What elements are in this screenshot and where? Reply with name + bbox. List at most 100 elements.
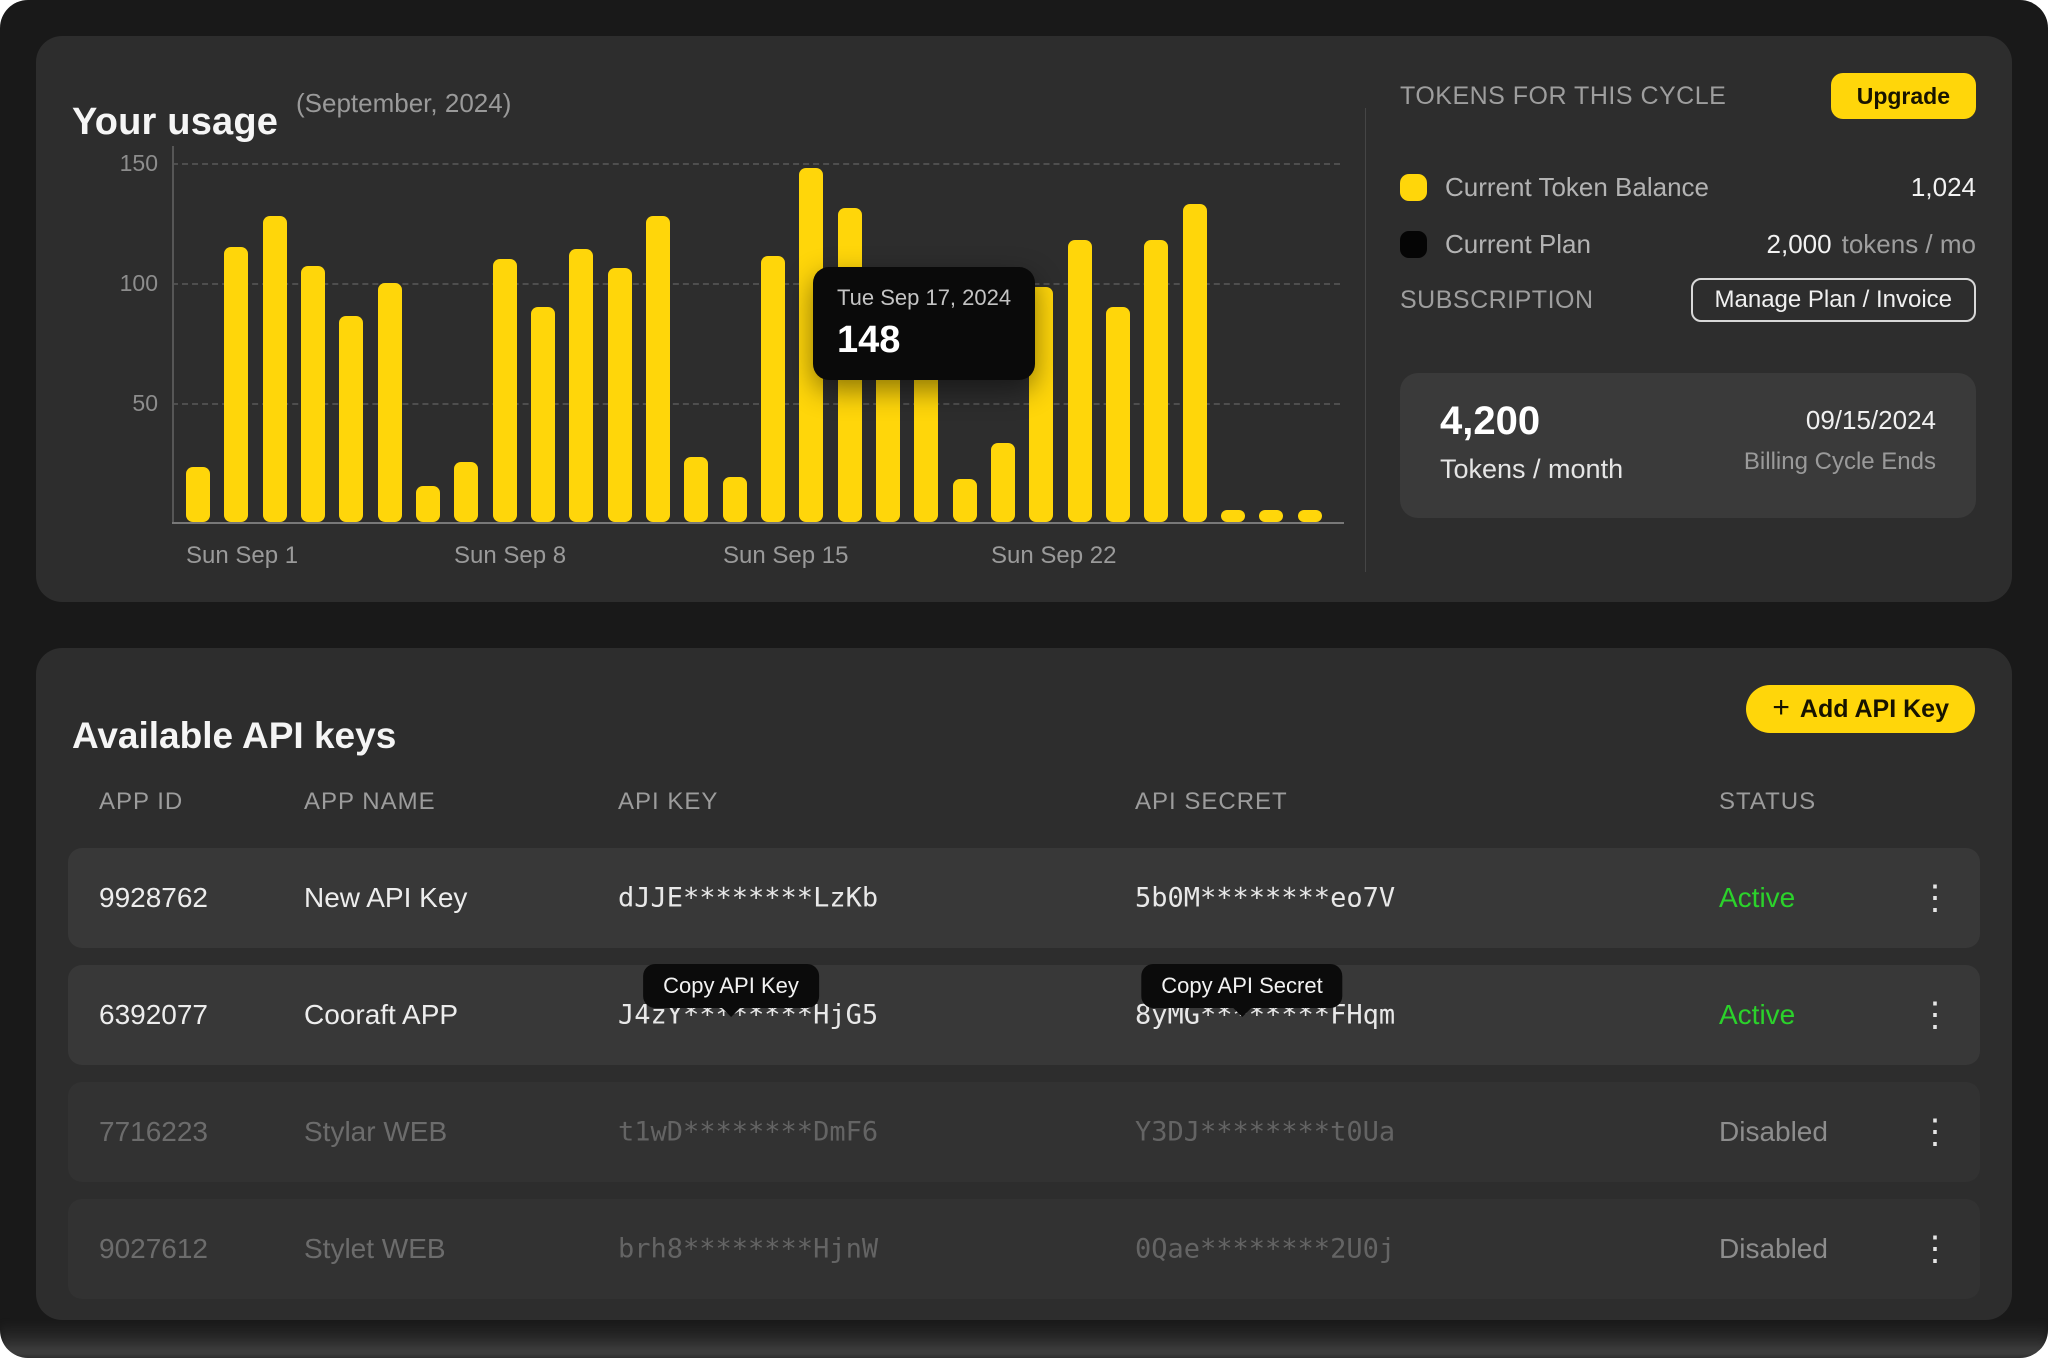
api-secret-cell[interactable]: 5b0M********eo7V: [1135, 883, 1395, 914]
row-menu-icon[interactable]: ⋮: [1918, 1232, 1952, 1266]
usage-bar-sep-3[interactable]: [263, 216, 287, 522]
col-header-app-id: APP ID: [99, 788, 183, 816]
copy-api-secret-tooltip: Copy API Secret: [1141, 964, 1342, 1008]
usage-bar-sep-22[interactable]: [991, 443, 1015, 522]
row-menu-icon[interactable]: ⋮: [1918, 1115, 1952, 1149]
usage-bar-sep-24[interactable]: [1068, 240, 1092, 522]
current-plan-value-suffix: tokens / mo: [1842, 229, 1976, 260]
row-menu-icon[interactable]: ⋮: [1918, 881, 1952, 915]
table-row: 9928762 New API Key dJJE********LzKb 5b0…: [68, 848, 1980, 948]
tokens-panel-heading: TOKENS FOR THIS CYCLE: [1400, 82, 1726, 111]
app-id-cell: 6392077: [99, 999, 208, 1031]
legend-token-balance: Current Token Balance 1,024: [1400, 173, 1976, 201]
current-plan-value: 2,000: [1767, 229, 1832, 260]
token-balance-swatch-icon: [1400, 174, 1427, 201]
usage-bar-sep-12[interactable]: [608, 268, 632, 522]
usage-bar-sep-7[interactable]: [416, 486, 440, 522]
bottom-reflection: [0, 1312, 2048, 1358]
usage-bar-sep-2[interactable]: [224, 247, 248, 522]
usage-title: Your usage: [72, 101, 278, 144]
usage-bar-sep-5[interactable]: [339, 316, 363, 522]
x-label-sep8: Sun Sep 8: [454, 542, 566, 570]
current-plan-swatch-icon: [1400, 231, 1427, 258]
y-tick-50: 50: [98, 390, 158, 416]
legend-current-plan: Current Plan 2,000 tokens / mo: [1400, 230, 1976, 258]
panel-divider: [1365, 108, 1366, 572]
subscription-heading: SUBSCRIPTION: [1400, 286, 1594, 315]
api-secret-cell[interactable]: Y3DJ********t0Ua: [1135, 1117, 1395, 1148]
token-balance-value: 1,024: [1911, 172, 1976, 203]
usage-bar-sep-21[interactable]: [953, 479, 977, 522]
app-id-cell: 7716223: [99, 1116, 208, 1148]
x-label-sep1: Sun Sep 1: [186, 542, 298, 570]
table-row: 6392077 Cooraft APP J4zY********HjG5 8yM…: [68, 965, 1980, 1065]
add-api-key-label: Add API Key: [1800, 695, 1949, 724]
usage-bar-sep-1[interactable]: [186, 467, 210, 522]
api-key-cell[interactable]: dJJE********LzKb: [618, 883, 878, 914]
usage-bar-sep-14[interactable]: [684, 457, 708, 522]
status-badge: Disabled: [1719, 1116, 1828, 1148]
col-header-status: STATUS: [1719, 788, 1816, 816]
usage-bar-sep-26[interactable]: [1144, 240, 1168, 522]
usage-bar-sep-25[interactable]: [1106, 307, 1130, 522]
y-tick-100: 100: [98, 270, 158, 296]
usage-bar-sep-27[interactable]: [1183, 204, 1207, 522]
usage-bar-sep-30[interactable]: [1298, 510, 1322, 522]
api-keys-title: Available API keys: [72, 715, 396, 757]
col-header-api-key: API KEY: [618, 788, 718, 816]
table-row: 7716223 Stylar WEB t1wD********DmF6 Y3DJ…: [68, 1082, 1980, 1182]
plan-amount-label: Tokens / month: [1440, 454, 1623, 485]
y-tick-150: 150: [98, 150, 158, 176]
usage-bar-sep-6[interactable]: [378, 283, 402, 522]
api-key-cell[interactable]: brh8********HjnW: [618, 1234, 878, 1265]
status-badge: Disabled: [1719, 1233, 1828, 1265]
chart-tooltip: Tue Sep 17, 2024 148: [813, 267, 1035, 380]
token-balance-label: Current Token Balance: [1445, 172, 1709, 203]
usage-card: Your usage (September, 2024) 150 100 50 …: [36, 36, 2012, 602]
chart-tooltip-date: Tue Sep 17, 2024: [837, 285, 1011, 311]
plan-amount: 4,200: [1440, 399, 1623, 444]
x-axis-line: [172, 522, 1344, 524]
usage-bar-chart: [172, 163, 1340, 522]
usage-bar-sep-4[interactable]: [301, 266, 325, 522]
usage-bar-sep-13[interactable]: [646, 216, 670, 522]
tokens-panel: TOKENS FOR THIS CYCLE Upgrade Current To…: [1400, 72, 1976, 572]
copy-api-key-tooltip: Copy API Key: [643, 964, 819, 1008]
usage-bar-sep-8[interactable]: [454, 462, 478, 522]
app-id-cell: 9027612: [99, 1233, 208, 1265]
status-badge: Active: [1719, 882, 1795, 914]
api-secret-cell[interactable]: 0Qae********2U0j: [1135, 1234, 1395, 1265]
x-label-sep15: Sun Sep 15: [723, 542, 848, 570]
usage-dashboard: Your usage (September, 2024) 150 100 50 …: [0, 0, 2048, 1358]
col-header-app-name: APP NAME: [304, 788, 436, 816]
app-name-cell: Stylar WEB: [304, 1116, 447, 1148]
manage-plan-button[interactable]: Manage Plan / Invoice: [1691, 278, 1976, 322]
app-name-cell: Cooraft APP: [304, 999, 458, 1031]
row-menu-icon[interactable]: ⋮: [1918, 998, 1952, 1032]
usage-subtitle: (September, 2024): [296, 88, 511, 119]
usage-bar-sep-9[interactable]: [493, 259, 517, 522]
usage-bar-sep-16[interactable]: [761, 256, 785, 522]
app-id-cell: 9928762: [99, 882, 208, 914]
upgrade-button[interactable]: Upgrade: [1831, 73, 1976, 119]
plan-summary-card: 4,200 Tokens / month 09/15/2024 Billing …: [1400, 373, 1976, 518]
usage-bar-sep-11[interactable]: [569, 249, 593, 522]
api-keys-card: Available API keys + Add API Key APP ID …: [36, 648, 2012, 1320]
billing-cycle-label: Billing Cycle Ends: [1744, 448, 1936, 476]
usage-bar-sep-29[interactable]: [1259, 510, 1283, 522]
col-header-api-secret: API SECRET: [1135, 788, 1288, 816]
status-badge: Active: [1719, 999, 1795, 1031]
current-plan-label: Current Plan: [1445, 229, 1591, 260]
usage-bar-sep-10[interactable]: [531, 307, 555, 522]
add-api-key-button[interactable]: + Add API Key: [1746, 685, 1975, 733]
table-row: 9027612 Stylet WEB brh8********HjnW 0Qae…: [68, 1199, 1980, 1299]
app-name-cell: Stylet WEB: [304, 1233, 446, 1265]
billing-cycle-date: 09/15/2024: [1744, 405, 1936, 436]
chart-tooltip-value: 148: [837, 319, 1011, 362]
x-label-sep22: Sun Sep 22: [991, 542, 1116, 570]
api-key-cell[interactable]: t1wD********DmF6: [618, 1117, 878, 1148]
usage-bar-sep-15[interactable]: [723, 477, 747, 522]
usage-bar-sep-28[interactable]: [1221, 510, 1245, 522]
plus-icon: +: [1772, 693, 1790, 723]
app-name-cell: New API Key: [304, 882, 467, 914]
